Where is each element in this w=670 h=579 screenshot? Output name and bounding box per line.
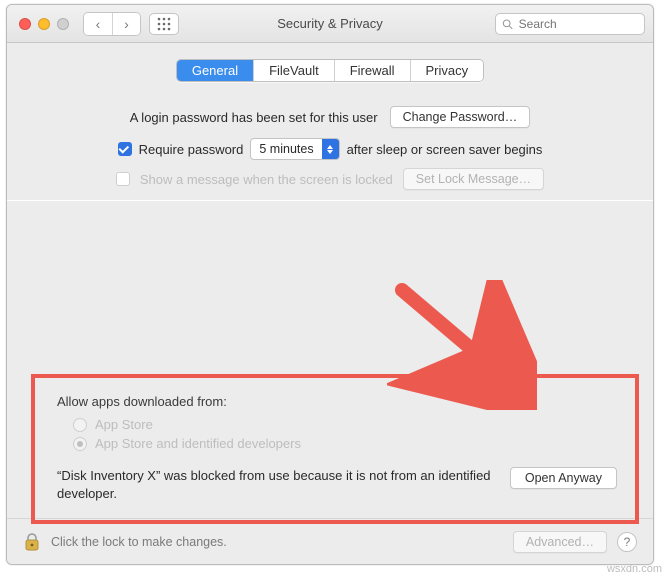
set-lock-message-button[interactable]: Set Lock Message… [403, 168, 544, 190]
footer-right: Advanced… ? [513, 531, 637, 553]
nav-arrows: ‹ › [83, 12, 141, 36]
tab-firewall[interactable]: Firewall [334, 60, 410, 81]
lock-text: Click the lock to make changes. [51, 535, 227, 549]
watermark: wsxdn.com [607, 563, 662, 575]
login-password-text: A login password has been set for this u… [130, 110, 378, 125]
titlebar: ‹ › Security & Privacy [7, 5, 653, 43]
tab-filevault[interactable]: FileVault [253, 60, 334, 81]
search-input[interactable] [517, 16, 638, 32]
search-icon [502, 18, 513, 30]
tabs: General FileVault Firewall Privacy [176, 59, 484, 82]
window-controls [19, 18, 69, 30]
show-lock-message-checkbox[interactable] [116, 172, 130, 186]
minimize-window-button[interactable] [38, 18, 50, 30]
blocked-app-message: “Disk Inventory X” was blocked from use … [57, 467, 498, 502]
advanced-button[interactable]: Advanced… [513, 531, 607, 553]
show-all-button[interactable] [149, 13, 179, 35]
option-app-store-label: App Store [95, 417, 153, 432]
allow-apps-options: App Store App Store and identified devel… [57, 417, 617, 451]
require-password-row: Require password 5 minutes after sleep o… [31, 138, 629, 160]
password-delay-value: 5 minutes [251, 142, 321, 156]
grid-icon [157, 17, 171, 31]
option-identified-developers[interactable]: App Store and identified developers [73, 436, 617, 451]
lock-icon[interactable] [23, 532, 41, 552]
password-delay-select[interactable]: 5 minutes [250, 138, 339, 160]
preferences-window: ‹ › Security & Privacy General Fil [6, 4, 654, 565]
open-anyway-button[interactable]: Open Anyway [510, 467, 617, 489]
radio-icon [73, 418, 87, 432]
allow-apps-heading: Allow apps downloaded from: [57, 394, 617, 409]
tab-privacy[interactable]: Privacy [410, 60, 484, 81]
help-button[interactable]: ? [617, 532, 637, 552]
close-window-button[interactable] [19, 18, 31, 30]
forward-button[interactable]: › [112, 13, 140, 35]
allow-apps-section: Allow apps downloaded from: App Store Ap… [31, 374, 639, 524]
stepper-icon [322, 139, 339, 159]
lock-message-row: Show a message when the screen is locked… [31, 168, 629, 190]
require-password-label: Require password [139, 142, 244, 157]
zoom-window-button[interactable] [57, 18, 69, 30]
tab-general[interactable]: General [177, 60, 253, 81]
radio-icon [73, 437, 87, 451]
change-password-button[interactable]: Change Password… [390, 106, 531, 128]
blocked-app-row: “Disk Inventory X” was blocked from use … [57, 467, 617, 502]
back-button[interactable]: ‹ [84, 13, 112, 35]
show-lock-message-label: Show a message when the screen is locked [140, 172, 393, 187]
password-delay-suffix: after sleep or screen saver begins [347, 142, 543, 157]
login-password-row: A login password has been set for this u… [31, 106, 629, 128]
require-password-checkbox[interactable] [118, 142, 132, 156]
divider [7, 200, 653, 201]
option-app-store[interactable]: App Store [73, 417, 617, 432]
search-field[interactable] [495, 13, 645, 35]
tabs-row: General FileVault Firewall Privacy [7, 59, 653, 82]
content: A login password has been set for this u… [7, 82, 653, 518]
footer: Click the lock to make changes. Advanced… [7, 518, 653, 564]
option-identified-label: App Store and identified developers [95, 436, 301, 451]
